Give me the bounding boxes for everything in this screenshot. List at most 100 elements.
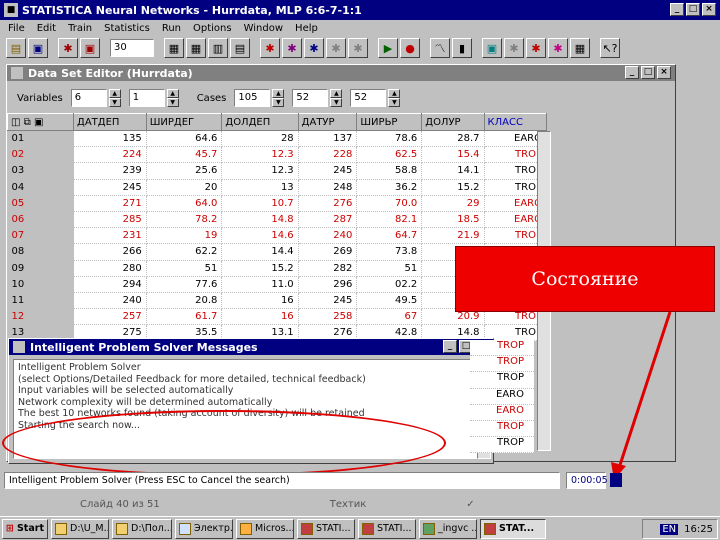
menu-train[interactable]: Train	[68, 23, 92, 34]
options-icon[interactable]: ✱	[504, 38, 524, 58]
table-cell[interactable]: 51	[356, 260, 423, 277]
table-cell[interactable]: 294	[73, 276, 147, 293]
table-cell[interactable]: 228	[298, 146, 358, 164]
table-cell[interactable]: 36.2	[356, 179, 423, 196]
task-stati-2[interactable]: STATI...	[358, 518, 416, 539]
menu-help[interactable]: Help	[295, 23, 318, 34]
table-cell-class[interactable]: TROP	[470, 340, 534, 357]
table-cell[interactable]: 61.7	[146, 308, 223, 326]
table-cell[interactable]: 239	[73, 162, 147, 180]
table-cell[interactable]: 70.0	[356, 195, 423, 212]
table-cell[interactable]: 15.2	[221, 260, 299, 277]
table-cell[interactable]: 266	[73, 243, 147, 261]
row-id[interactable]: 09	[7, 260, 74, 277]
table-cell[interactable]: 11.0	[221, 276, 299, 293]
table-cell[interactable]: 137	[298, 130, 358, 148]
table-cell[interactable]: 62.2	[146, 243, 223, 261]
table-cell[interactable]: 25.6	[146, 162, 223, 180]
row-id[interactable]: 12	[7, 308, 74, 326]
table-cell[interactable]: 245	[298, 162, 358, 180]
editor-minimize-button[interactable]: _	[625, 66, 639, 79]
table-cell[interactable]: 12.3	[221, 162, 299, 180]
table-cell[interactable]: 282	[298, 260, 358, 277]
table-cell[interactable]: 18.5	[421, 211, 485, 229]
maximize-button[interactable]: □	[686, 3, 700, 16]
column-header[interactable]: ДАТУР	[297, 113, 358, 131]
row-id[interactable]: 11	[7, 292, 74, 310]
table-cell[interactable]: 224	[73, 146, 147, 164]
table-cell[interactable]: 15.4	[421, 146, 485, 164]
table-cell[interactable]: 248	[298, 179, 358, 196]
task-stat-active[interactable]: STAT...	[480, 518, 546, 539]
menu-edit[interactable]: Edit	[37, 23, 56, 34]
cases-field[interactable]: 105	[234, 89, 271, 107]
column-header[interactable]: ДОЛУР	[421, 113, 485, 131]
menu-options[interactable]: Options	[193, 23, 232, 34]
table-cell[interactable]: 62.5	[356, 146, 423, 164]
editor-maximize-button[interactable]: □	[641, 66, 655, 79]
row-id[interactable]: 05	[7, 195, 74, 212]
row-id[interactable]: 01	[7, 130, 74, 148]
start-button[interactable]: ⊞ Start	[2, 518, 48, 539]
menu-run[interactable]: Run	[162, 23, 181, 34]
table-cell[interactable]: 78.6	[356, 130, 423, 148]
column-header[interactable]: ШИРДЕГ	[145, 113, 223, 131]
table-cell-class[interactable]: TROP	[470, 420, 534, 438]
table-cell[interactable]: 14.6	[221, 227, 299, 245]
table-cell[interactable]: 258	[298, 308, 358, 326]
task-stati-1[interactable]: STATI...	[297, 518, 355, 539]
variables-spinner-2[interactable]: ▲ ▼	[166, 89, 179, 107]
column-header[interactable]: ШИРЬР	[356, 113, 423, 131]
help-pointer-icon[interactable]: ↖?	[600, 38, 620, 58]
table-cell[interactable]: 02.2	[356, 276, 423, 293]
calc-icon[interactable]: ▦	[164, 38, 184, 58]
cases-spinner-2[interactable]: ▲ ▼	[330, 89, 343, 107]
row-id[interactable]: 03	[7, 162, 74, 180]
stop-icon[interactable]: ●	[400, 38, 420, 58]
table-cell[interactable]: 296	[298, 276, 358, 293]
table-cell[interactable]: 64.0	[146, 195, 223, 212]
row-id[interactable]: 06	[7, 211, 74, 229]
edit-icon[interactable]: ▥	[208, 38, 228, 58]
grid2-icon[interactable]: ▦	[570, 38, 590, 58]
table-cell[interactable]: 13	[221, 179, 299, 196]
table-cell-class[interactable]: EARO	[470, 404, 534, 421]
row-id[interactable]: 07	[7, 227, 74, 245]
table-cell[interactable]: 10.7	[221, 195, 299, 212]
color-icon[interactable]: ▣	[482, 38, 502, 58]
table-cell[interactable]: 271	[73, 195, 147, 212]
net-gray2-icon[interactable]: ✱	[348, 38, 368, 58]
cases-field-2[interactable]: 52	[292, 89, 329, 107]
network-save-icon[interactable]: ▣	[80, 38, 100, 58]
epochs-input[interactable]: 30	[110, 39, 154, 57]
table-cell[interactable]: 29	[421, 195, 485, 212]
cases-spinner-3[interactable]: ▲ ▼	[388, 89, 401, 107]
table-cell[interactable]: 64.7	[356, 227, 423, 245]
variables-field-2[interactable]: 1	[128, 89, 165, 107]
table-cell[interactable]: 28	[221, 130, 299, 148]
table-cell[interactable]: 257	[73, 308, 147, 326]
table-cell[interactable]: 240	[73, 292, 147, 310]
column-header-class[interactable]: КЛАСС	[483, 113, 548, 131]
table-cell[interactable]: 64.6	[146, 130, 223, 148]
table-cell[interactable]: 20	[146, 179, 223, 196]
variables-spinner[interactable]: ▲ ▼	[108, 89, 121, 107]
messages-minimize-button[interactable]: _	[443, 340, 457, 353]
table-cell[interactable]: 285	[73, 211, 147, 229]
table-cell[interactable]: 14.1	[421, 162, 485, 180]
table-cell[interactable]: 49.5	[356, 292, 423, 310]
net-purple-icon[interactable]: ✱	[282, 38, 302, 58]
table-cell[interactable]: 67	[356, 308, 423, 326]
bar-graph-icon[interactable]: ▮	[452, 38, 472, 58]
menu-file[interactable]: File	[8, 23, 25, 34]
line-graph-icon[interactable]: 〽	[430, 38, 450, 58]
table-cell[interactable]: 245	[298, 292, 358, 310]
cases-field-3[interactable]: 52	[350, 89, 387, 107]
open-icon[interactable]: ▤	[6, 38, 26, 58]
table-cell[interactable]: 269	[298, 243, 358, 261]
table-cell[interactable]: 245	[73, 179, 147, 196]
task-ingvc[interactable]: _ingvc ...	[419, 518, 477, 539]
grid-tool-icons[interactable]: ◫ ⧉ ▣	[11, 117, 43, 128]
table-cell[interactable]: 77.6	[146, 276, 223, 293]
menu-window[interactable]: Window	[244, 23, 283, 34]
